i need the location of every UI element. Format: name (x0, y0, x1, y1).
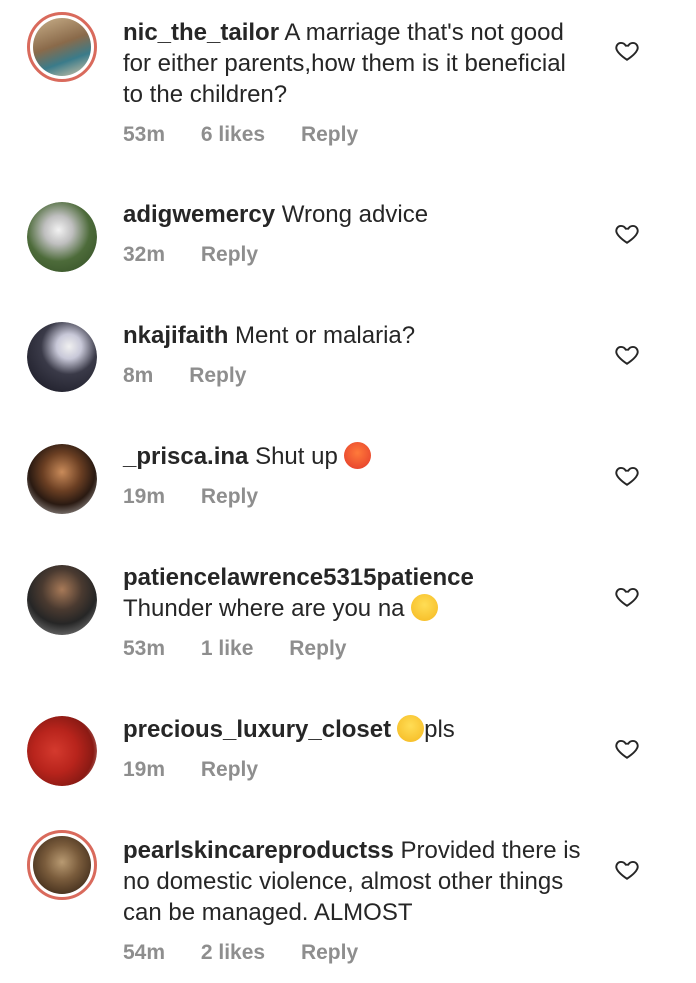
comment-meta: 19m Reply (123, 485, 288, 509)
likes-count[interactable]: 6 likes (201, 123, 265, 146)
heart-outline-icon[interactable] (614, 583, 640, 609)
angry-face-emoji-icon (344, 442, 372, 469)
reply-button[interactable]: Reply (201, 243, 258, 266)
timestamp: 32m (123, 243, 166, 266)
heart-outline-icon[interactable] (614, 856, 640, 882)
timestamp: 53m (123, 123, 166, 146)
heart-outline-icon[interactable] (614, 735, 640, 761)
reply-button[interactable]: Reply (301, 941, 358, 964)
username[interactable]: pearlskincareproductss (123, 837, 394, 864)
timestamp: 8m (123, 364, 154, 387)
avatar[interactable] (27, 830, 97, 900)
comment-body: patiencelawrence5315patience Thunder wher… (123, 562, 583, 624)
avatar[interactable] (27, 444, 97, 514)
avatar[interactable] (27, 716, 97, 786)
likes-count[interactable]: 1 like (201, 637, 254, 660)
comment-body: adigwemercy Wrong advice (123, 199, 583, 230)
comment-text: Wrong advice (275, 201, 429, 228)
comment-text: Shut up (248, 443, 345, 470)
username[interactable]: patiencelawrence5315patience (123, 564, 474, 591)
comment-meta: 19m Reply (123, 758, 288, 782)
heart-outline-icon[interactable] (614, 341, 640, 367)
avatar[interactable] (27, 322, 97, 392)
timestamp: 54m (123, 941, 166, 964)
reply-button[interactable]: Reply (201, 485, 258, 508)
likes-count[interactable]: 2 likes (201, 941, 265, 964)
timestamp: 19m (123, 485, 166, 508)
username[interactable]: _prisca.ina (123, 443, 248, 470)
heart-outline-icon[interactable] (614, 462, 640, 488)
comment-body: nic_the_tailor A marriage that's not goo… (123, 17, 583, 110)
timestamp: 53m (123, 637, 166, 660)
timestamp: 19m (123, 758, 166, 781)
comment-text: Ment or malaria? (228, 322, 416, 349)
comment-text: pls (424, 716, 455, 743)
crying-face-emoji-icon (411, 594, 439, 621)
reply-button[interactable]: Reply (301, 123, 358, 146)
comment-body: nkajifaith Ment or malaria? (123, 320, 583, 351)
username[interactable]: adigwemercy (123, 201, 275, 228)
comment-body: _prisca.ina Shut up (123, 441, 583, 472)
comment-body: precious_luxury_closet pls (123, 714, 583, 745)
comment-meta: 53m 6 likes Reply (123, 123, 388, 147)
comment-text: Thunder where are you na (123, 595, 412, 622)
username[interactable]: nkajifaith (123, 322, 228, 349)
comment-meta: 53m 1 like Reply (123, 637, 376, 661)
comment-meta: 8m Reply (123, 364, 276, 388)
username[interactable]: precious_luxury_closet (123, 716, 391, 743)
comment-body: pearlskincareproductss Provided there is… (123, 835, 583, 928)
username[interactable]: nic_the_tailor (123, 19, 279, 46)
avatar[interactable] (27, 12, 97, 82)
avatar[interactable] (27, 565, 97, 635)
laughing-tears-emoji-icon (397, 715, 425, 742)
heart-outline-icon[interactable] (614, 220, 640, 246)
comment-meta: 32m Reply (123, 243, 288, 267)
reply-button[interactable]: Reply (201, 758, 258, 781)
heart-outline-icon[interactable] (614, 37, 640, 63)
comment-meta: 54m 2 likes Reply (123, 941, 388, 965)
reply-button[interactable]: Reply (189, 364, 246, 387)
avatar[interactable] (27, 202, 97, 272)
reply-button[interactable]: Reply (289, 637, 346, 660)
